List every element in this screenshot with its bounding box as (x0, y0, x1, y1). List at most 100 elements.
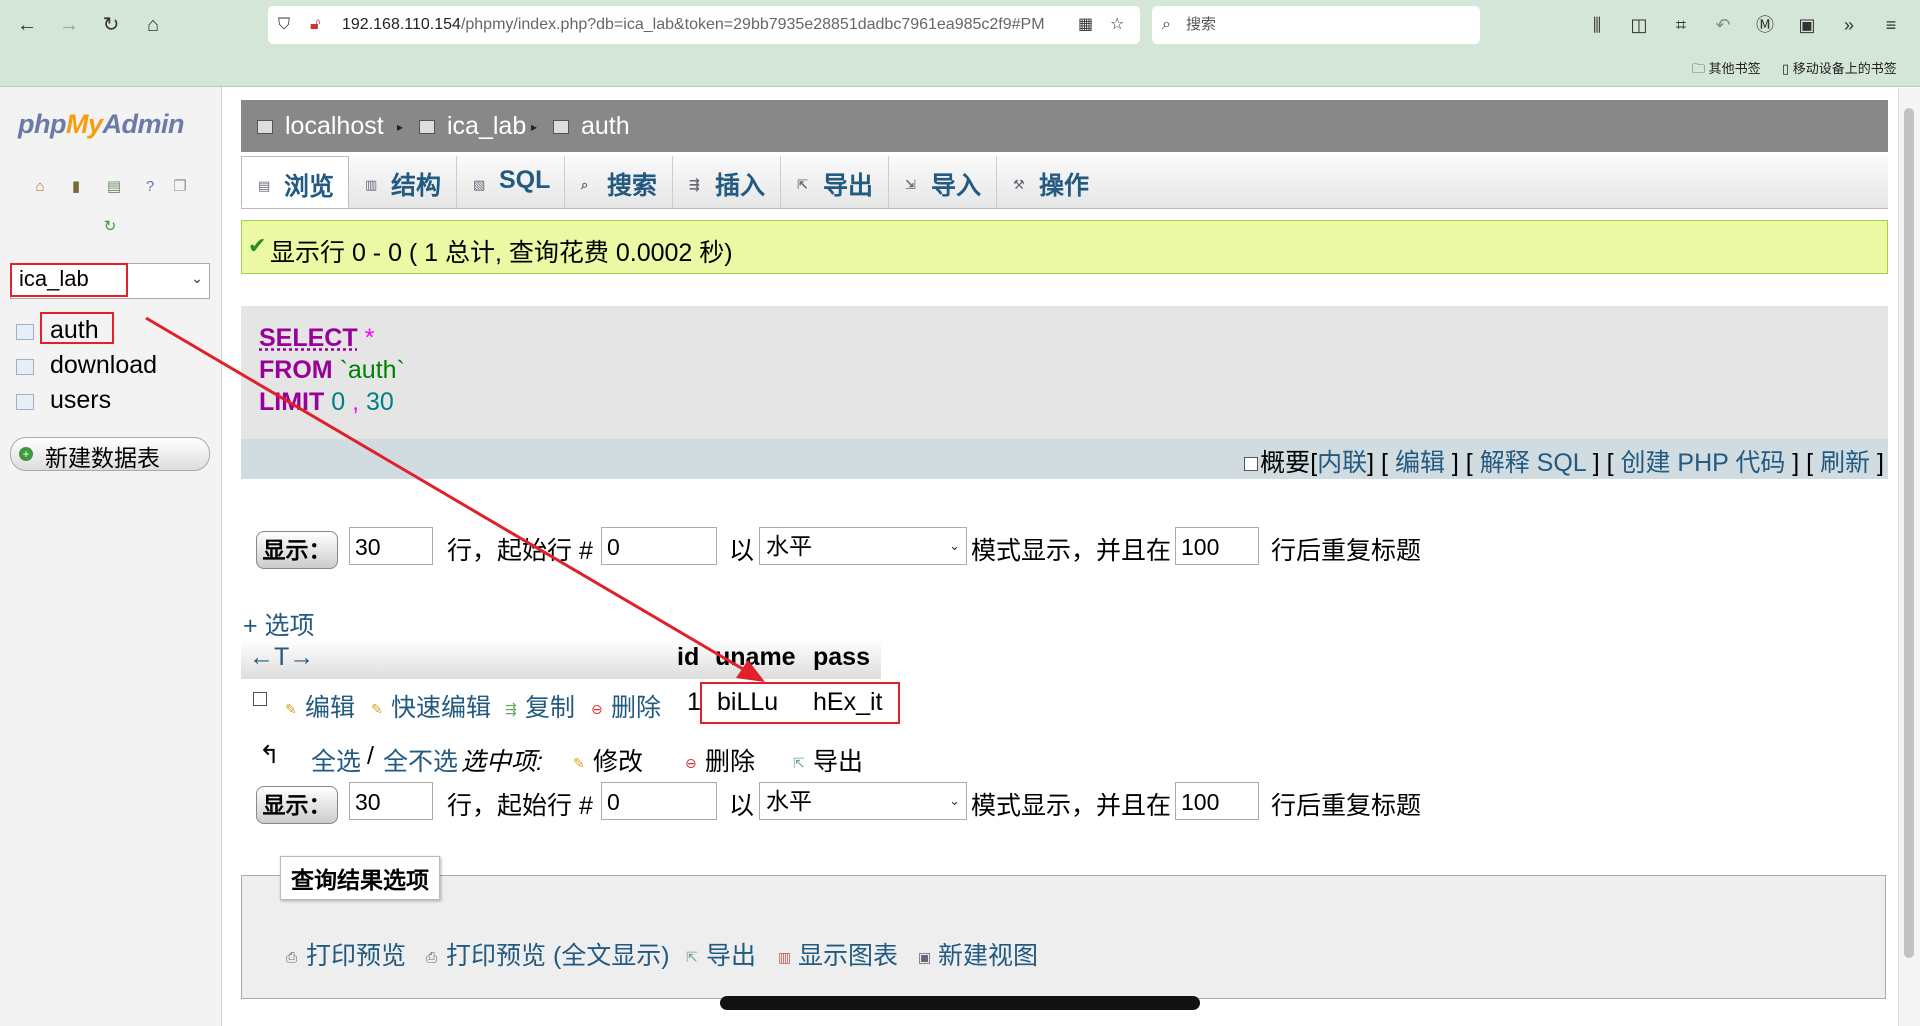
forward-icon[interactable]: → (54, 10, 84, 40)
column-header-uname[interactable]: uname (715, 643, 796, 672)
tab-browse[interactable]: ▤ 浏览 (241, 156, 349, 208)
edit-sql-link[interactable]: 编辑 (1395, 449, 1445, 477)
rows-label: 行，起始行 # (447, 537, 593, 565)
new-table-label: 新建数据表 (45, 445, 160, 471)
qr-code-icon[interactable]: ▦ (1078, 6, 1093, 44)
export-link[interactable]: ⇱ 导出 (686, 936, 756, 972)
display-mode-select[interactable]: 水平 ⌄ (759, 527, 967, 565)
show-button[interactable]: 显示： (256, 786, 338, 824)
display-chart-link[interactable]: ▥ 显示图表 (778, 936, 898, 972)
row-edit-label: 编辑 (305, 694, 356, 722)
check-all-link[interactable]: 全选 (311, 742, 361, 778)
search-bar[interactable]: ⌕ 搜索 (1152, 6, 1480, 44)
tab-insert[interactable]: ⇶ 插入 (673, 156, 781, 208)
extension-icon[interactable]: ▣ (1794, 12, 1820, 38)
phpmyadmin-logo[interactable]: phpMyAdmin (18, 109, 184, 140)
sql-icon: ▧ (473, 177, 486, 192)
bulk-change-button[interactable]: ✎ 修改 (573, 742, 643, 778)
row-copy-link[interactable]: ⇶ 复制 (505, 688, 575, 724)
success-message-text: 显示行 0 - 0 ( 1 总计, 查询花费 0.0002 秒) (270, 239, 733, 267)
options-toggle-link[interactable]: + 选项 (243, 606, 315, 642)
start-row-input[interactable]: 0 (601, 782, 717, 820)
bookmark-folder-mobile[interactable]: ▯ 移动设备上的书签 (1782, 58, 1897, 77)
start-row-input[interactable]: 0 (601, 527, 717, 565)
tab-export[interactable]: ⇱ 导出 (781, 156, 889, 208)
sql-table-name: `auth` (339, 356, 405, 384)
explain-sql-link[interactable]: 解释 SQL (1480, 449, 1586, 477)
horizontal-scrollbar[interactable] (720, 996, 1200, 1010)
tab-search[interactable]: ⌕ 搜索 (565, 156, 673, 208)
logo-admin: Admin (102, 109, 185, 139)
profiling-checkbox[interactable] (1244, 457, 1259, 472)
tab-import[interactable]: ⇲ 导入 (889, 156, 997, 208)
shield-icon[interactable]: ⛉ (278, 6, 290, 44)
uncheck-all-link[interactable]: 全不选 (383, 742, 458, 778)
exit-icon[interactable]: ▮ (66, 177, 86, 197)
print-view-link[interactable]: ⎙ 打印预览 (286, 936, 406, 972)
breadcrumb-database[interactable]: ica_lab (419, 112, 526, 141)
cell-id[interactable]: 1 (687, 688, 701, 717)
export-label: 导出 (706, 942, 757, 970)
breadcrumb-server[interactable]: localhost (257, 112, 384, 141)
reload-icon[interactable]: ↻ (96, 10, 126, 40)
display-mode-select[interactable]: 水平 ⌄ (759, 782, 967, 820)
create-php-code-link[interactable]: 创建 PHP 代码 (1620, 449, 1785, 477)
navigation-sidebar: phpMyAdmin ⌂ ▮ ▤ ? ❐ ↻ ica_lab ⌄ auth do… (0, 87, 222, 1026)
copy-icon: ⇶ (505, 701, 517, 718)
overflow-chevrons-icon[interactable]: » (1836, 12, 1862, 38)
scrollbar-thumb[interactable] (1904, 108, 1914, 958)
column-header-id[interactable]: id (677, 643, 699, 672)
tab-sql[interactable]: ▧ SQL (457, 156, 565, 208)
column-header-pass[interactable]: pass (813, 643, 870, 672)
insecure-lock-icon[interactable]: 🔓︎ (310, 6, 320, 44)
display-chart-label: 显示图表 (798, 942, 899, 970)
annotation-highlight-db (10, 263, 128, 297)
row-edit-link[interactable]: ✎ 编辑 (285, 688, 355, 724)
reload-navigation-icon[interactable]: ↻ (100, 217, 120, 237)
repeat-header-input[interactable]: 100 (1175, 527, 1259, 565)
home-icon[interactable]: ⌂ (30, 177, 50, 197)
show-button[interactable]: 显示： (256, 531, 338, 569)
printer-icon: ⎙ (286, 949, 298, 966)
rows-input[interactable]: 30 (349, 527, 433, 565)
crop-screenshot-icon[interactable]: ⌗ (1668, 12, 1694, 38)
breadcrumb-table[interactable]: auth (553, 112, 630, 141)
bulk-export-button[interactable]: ⇱ 导出 (793, 742, 863, 778)
new-table-button[interactable]: + 新建数据表 (10, 437, 210, 471)
back-icon[interactable]: ← (12, 10, 42, 40)
create-view-link[interactable]: ▣ 新建视图 (918, 936, 1038, 972)
tab-structure[interactable]: ▥ 结构 (349, 156, 457, 208)
url-text[interactable]: 192.168.110.154/phpmy/index.php?db=ica_l… (342, 6, 1058, 44)
tab-operations[interactable]: ⚒ 操作 (997, 156, 1105, 208)
docs-icon[interactable]: ❐ (170, 177, 190, 197)
column-sort-arrows[interactable]: ←T→ (249, 643, 314, 672)
bookmark-star-icon[interactable]: ☆ (1110, 6, 1124, 44)
undo-icon[interactable]: ↶ (1710, 12, 1736, 38)
sidebar-toggle-icon[interactable]: ◫ (1626, 12, 1652, 38)
row-quick-edit-link[interactable]: ✎ 快速编辑 (371, 688, 491, 724)
url-host: 192.168.110.154 (342, 16, 461, 33)
help-icon[interactable]: ? (140, 177, 160, 197)
rows-input[interactable]: 30 (349, 782, 433, 820)
home-icon[interactable]: ⌂ (138, 10, 168, 40)
row-checkbox[interactable] (253, 692, 267, 706)
library-icon[interactable]: ⫼ (1584, 12, 1610, 38)
sql-keyword-select[interactable]: SELECT (259, 324, 358, 352)
breadcrumb-table-label: auth (581, 112, 630, 140)
repeat-header-input[interactable]: 100 (1175, 782, 1259, 820)
menu-icon[interactable]: ≡ (1878, 12, 1904, 38)
bookmark-folder-other[interactable]: 🗀︎ 其他书签 (1692, 58, 1761, 82)
bulk-delete-button[interactable]: ⊖ 删除 (685, 742, 755, 778)
address-bar[interactable]: ⛉ 🔓︎ 192.168.110.154/phpmy/index.php?db=… (268, 6, 1140, 44)
tab-label: 操作 (1039, 172, 1090, 200)
sql-count: 30 (365, 388, 394, 416)
vertical-scrollbar[interactable] (1898, 88, 1920, 1026)
tab-label: 插入 (715, 172, 766, 200)
export-icon: ⇱ (797, 177, 808, 192)
row-delete-link[interactable]: ⊖ 删除 (591, 688, 661, 724)
print-view-full-link[interactable]: ⎙ 打印预览 (全文显示) (426, 936, 670, 972)
extension-m-icon[interactable]: Ⓜ (1752, 12, 1778, 38)
inline-edit-link[interactable]: 内联 (1317, 449, 1367, 477)
sql-query-icon[interactable]: ▤ (104, 177, 124, 197)
refresh-link[interactable]: 刷新 (1820, 449, 1870, 477)
